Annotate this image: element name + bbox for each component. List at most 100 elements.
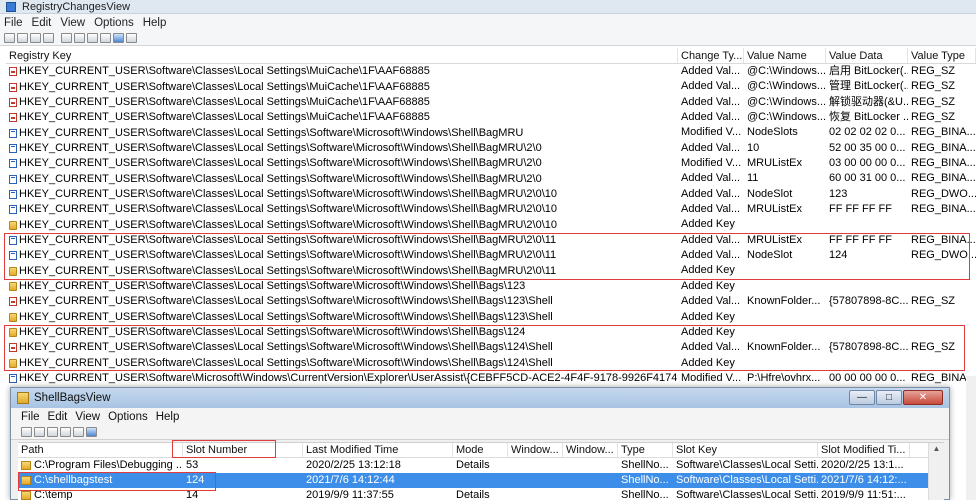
main-titlebar[interactable]: RegistryChangesView	[0, 0, 976, 14]
open-icon[interactable]	[17, 33, 28, 43]
column-value-type[interactable]: Value Type	[908, 48, 976, 63]
save-icon[interactable]	[30, 33, 41, 43]
path-text: C:\shellbagstest	[34, 474, 113, 486]
table-row[interactable]: C:\Program Files\Debugging ... 53 2020/2/2…	[18, 458, 944, 473]
table-row[interactable]: HKEY_CURRENT_USER\Software\Classes\Local…	[6, 294, 976, 309]
column-window-2[interactable]: Window...	[563, 443, 618, 457]
sb-menu-options[interactable]: Options	[108, 411, 148, 423]
table-row[interactable]: HKEY_CURRENT_USER\Software\Classes\Local…	[6, 187, 976, 202]
sb-menu-edit[interactable]: Edit	[48, 411, 68, 423]
sb-copy-icon[interactable]	[47, 427, 58, 437]
cell-registry-key: HKEY_CURRENT_USER\Software\Classes\Local…	[6, 202, 678, 217]
sb-find-icon[interactable]	[73, 427, 84, 437]
column-window-1[interactable]: Window...	[508, 443, 563, 457]
shellbags-list[interactable]: Path Slot Number Last Modified Time Mode…	[18, 442, 944, 500]
table-row[interactable]: HKEY_CURRENT_USER\Software\Microsoft\Win…	[6, 371, 976, 386]
cell-change-type: Modified V...	[681, 371, 742, 384]
sb-open-icon[interactable]	[34, 427, 45, 437]
select-all-icon[interactable]	[87, 33, 98, 43]
menu-edit[interactable]: Edit	[32, 17, 52, 29]
registry-changes-list[interactable]: Registry Key Change Ty... Value Name Val…	[6, 48, 976, 386]
binary-value-icon	[9, 251, 17, 261]
binary-value-icon	[9, 128, 17, 138]
column-type[interactable]: Type	[618, 443, 673, 457]
cell-slot-number: 14	[186, 489, 199, 500]
table-row[interactable]: HKEY_CURRENT_USER\Software\Classes\Local…	[6, 141, 976, 156]
sb-refresh-icon[interactable]	[86, 427, 97, 437]
column-mode[interactable]: Mode	[453, 443, 508, 457]
sb-save-icon[interactable]	[21, 427, 32, 437]
maximize-button[interactable]: □	[876, 390, 902, 405]
column-value-data[interactable]: Value Data	[826, 48, 908, 63]
table-row[interactable]: HKEY_CURRENT_USER\Software\Classes\Local…	[6, 156, 976, 171]
shellbags-titlebar[interactable]: ShellBagsView — □ ✕	[11, 388, 949, 408]
properties-icon[interactable]	[43, 33, 54, 43]
cell-value-type: REG_DWO...	[911, 187, 976, 200]
column-value-name[interactable]: Value Name	[744, 48, 826, 63]
sb-menu-view[interactable]: View	[75, 411, 100, 423]
sb-vertical-scrollbar[interactable]: ▲	[928, 443, 944, 500]
table-row[interactable]: HKEY_CURRENT_USER\Software\Classes\Local…	[6, 340, 976, 355]
cell-mode	[453, 473, 508, 488]
menu-file[interactable]: File	[4, 17, 23, 29]
string-value-icon	[9, 82, 17, 92]
sb-menu-help[interactable]: Help	[156, 411, 180, 423]
cell-change-type: Added Val...	[681, 249, 741, 262]
cell-value-data	[826, 279, 908, 294]
table-row[interactable]: HKEY_CURRENT_USER\Software\Classes\Local…	[6, 263, 976, 278]
menu-view[interactable]: View	[60, 17, 85, 29]
cell-value-data: 解锁驱动器(&U...	[829, 95, 908, 108]
list-body: HKEY_CURRENT_USER\Software\Classes\Local…	[6, 64, 976, 386]
table-row[interactable]: HKEY_CURRENT_USER\Software\Classes\Local…	[6, 171, 976, 186]
column-change-type[interactable]: Change Ty...	[678, 48, 744, 63]
binary-value-icon	[9, 159, 17, 169]
registry-key-text: HKEY_CURRENT_USER\Software\Classes\Local…	[19, 218, 557, 231]
column-slot-number[interactable]: Slot Number	[183, 443, 303, 457]
table-row[interactable]: HKEY_CURRENT_USER\Software\Classes\Local…	[6, 279, 976, 294]
sb-menu-file[interactable]: File	[21, 411, 40, 423]
cell-window-2	[563, 458, 618, 473]
registry-key-text: HKEY_CURRENT_USER\Software\Classes\Local…	[19, 80, 430, 93]
new-icon[interactable]	[4, 33, 15, 43]
table-row[interactable]: HKEY_CURRENT_USER\Software\Classes\Local…	[6, 79, 976, 94]
main-vertical-scrollbar[interactable]	[966, 376, 976, 500]
cell-slot-key: Software\Classes\Local Setti...	[676, 459, 818, 471]
refresh-icon[interactable]	[113, 33, 124, 43]
column-slot-modified-time[interactable]: Slot Modified Ti...	[818, 443, 910, 457]
cell-window-2	[563, 488, 618, 500]
table-row[interactable]: HKEY_CURRENT_USER\Software\Classes\Local…	[6, 233, 976, 248]
close-button[interactable]: ✕	[903, 390, 943, 405]
cell-change-type: Added Val...	[681, 172, 741, 185]
column-slot-key[interactable]: Slot Key	[673, 443, 818, 457]
column-registry-key[interactable]: Registry Key	[6, 48, 678, 63]
table-row[interactable]: HKEY_CURRENT_USER\Software\Classes\Local…	[6, 325, 976, 340]
registry-key-folder-icon	[9, 358, 17, 368]
column-last-modified-time[interactable]: Last Modified Time	[303, 443, 453, 457]
table-row[interactable]: HKEY_CURRENT_USER\Software\Classes\Local…	[6, 125, 976, 140]
find-icon[interactable]	[100, 33, 111, 43]
menu-help[interactable]: Help	[143, 17, 167, 29]
html-report-icon[interactable]	[74, 33, 85, 43]
copy-icon[interactable]	[61, 33, 72, 43]
table-row[interactable]: HKEY_CURRENT_USER\Software\Classes\Local…	[6, 64, 976, 79]
table-row[interactable]: HKEY_CURRENT_USER\Software\Classes\Local…	[6, 356, 976, 371]
exit-icon[interactable]	[126, 33, 137, 43]
table-row[interactable]: HKEY_CURRENT_USER\Software\Classes\Local…	[6, 95, 976, 110]
table-row[interactable]: HKEY_CURRENT_USER\Software\Classes\Local…	[6, 310, 976, 325]
sb-properties-icon[interactable]	[60, 427, 71, 437]
table-row[interactable]: HKEY_CURRENT_USER\Software\Classes\Local…	[6, 202, 976, 217]
registry-key-text: HKEY_CURRENT_USER\Software\Classes\Local…	[19, 157, 542, 170]
cell-value-data	[826, 217, 908, 232]
table-row[interactable]: HKEY_CURRENT_USER\Software\Classes\Local…	[6, 217, 976, 232]
table-row-selected[interactable]: C:\shellbagstest 124 2021/7/6 14:12:44 Shel…	[18, 473, 944, 488]
table-row[interactable]: HKEY_CURRENT_USER\Software\Classes\Local…	[6, 248, 976, 263]
minimize-button[interactable]: —	[849, 390, 875, 405]
scroll-up-icon[interactable]: ▲	[929, 443, 944, 455]
column-path[interactable]: Path	[18, 443, 183, 457]
cell-value-type	[908, 310, 976, 325]
table-row[interactable]: HKEY_CURRENT_USER\Software\Classes\Local…	[6, 110, 976, 125]
table-row[interactable]: C:\temp 14 2019/9/9 11:37:55 Details ShellNo…	[18, 488, 944, 500]
cell-value-data	[826, 356, 908, 371]
cell-value-type: REG_BINA...	[911, 203, 976, 216]
menu-options[interactable]: Options	[94, 17, 134, 29]
